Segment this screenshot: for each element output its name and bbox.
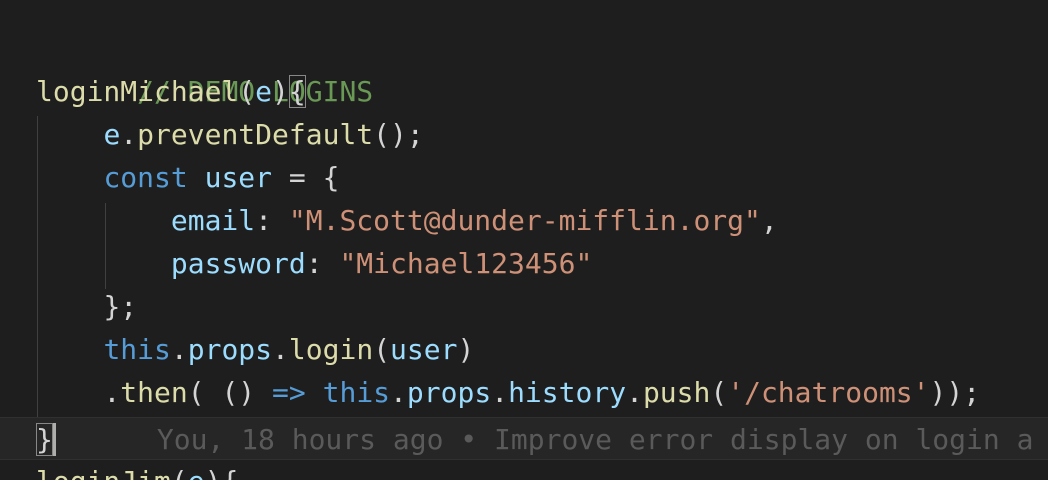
current-line[interactable]: } You, 18 hours ago • Improve error displ… [0,417,1048,460]
this-keyword-token: this [322,376,391,409]
dot-token: . [120,118,138,151]
property-token: props [187,333,273,366]
colon-token: : [305,247,340,280]
matching-bracket: { [288,75,306,108]
method-token: push [642,376,711,409]
paren-token: ( [171,465,188,480]
function-name-token: loginJim [36,465,171,480]
variable-token: e [103,118,121,151]
param-token: e [188,465,205,480]
property-token: props [406,376,492,409]
git-blame-annotation: You, 18 hours ago • Improve error displa… [156,423,1034,456]
dot-token: . [272,333,289,366]
dot-token: . [390,376,407,409]
param-token: e [255,75,273,108]
code-editor[interactable]: // DEMO LOGINS loginMichael(e){ e.preven… [0,0,1048,480]
property-key-token: email [170,204,256,237]
paren-token: ( () [187,376,273,409]
paren-token: ) [272,75,289,108]
string-token: "Michael123456" [339,247,593,280]
function-name-token: loginMichael [36,75,239,108]
dot-token: . [491,376,509,409]
string-token: '/chatrooms' [727,376,930,409]
method-token: login [288,333,374,366]
code-line: password: "Michael123456" [0,242,1048,285]
method-token: then [120,376,188,409]
variable-token: user [390,333,458,366]
code-line: }; [0,285,1048,328]
matching-bracket: } [36,423,53,456]
code-line: .then( () => this.props.history.push('/c… [0,371,1048,414]
paren-token: )); [929,376,981,409]
dot-token: . [170,333,188,366]
dot-token: . [626,376,643,409]
brace-token: { [221,465,238,480]
code-line: loginMichael(e){ [0,70,1048,113]
code-line: loginJim(e){ [0,460,1048,480]
code-line: const user = { [0,156,1048,199]
paren-token: ) [205,465,222,480]
comma-token: , [760,204,778,237]
code-line: // DEMO LOGINS [0,27,1048,108]
property-token: history [508,376,627,409]
close-brace-token: }; [103,290,138,323]
code-line: this.props.login(user) [0,328,1048,371]
colon-token: : [255,204,289,237]
string-token: "M.Scott@dunder-mifflin.org" [288,204,761,237]
code-line: e.preventDefault(); [0,113,1048,156]
call-token: (); [373,118,424,151]
keyword-token: const [103,161,188,194]
assign-token: = { [272,161,340,194]
variable-token: user [204,161,273,194]
code-line: email: "M.Scott@dunder-mifflin.org", [0,199,1048,242]
paren-token: ( [238,75,256,108]
paren-token: ( [710,376,728,409]
method-token: preventDefault [137,118,374,151]
dot-token: . [103,376,121,409]
paren-token: ) [457,333,475,366]
arrow-token: => [272,376,306,409]
this-keyword-token: this [103,333,171,366]
paren-token: ( [373,333,391,366]
property-key-token: password [170,247,306,280]
text-cursor [52,423,56,456]
